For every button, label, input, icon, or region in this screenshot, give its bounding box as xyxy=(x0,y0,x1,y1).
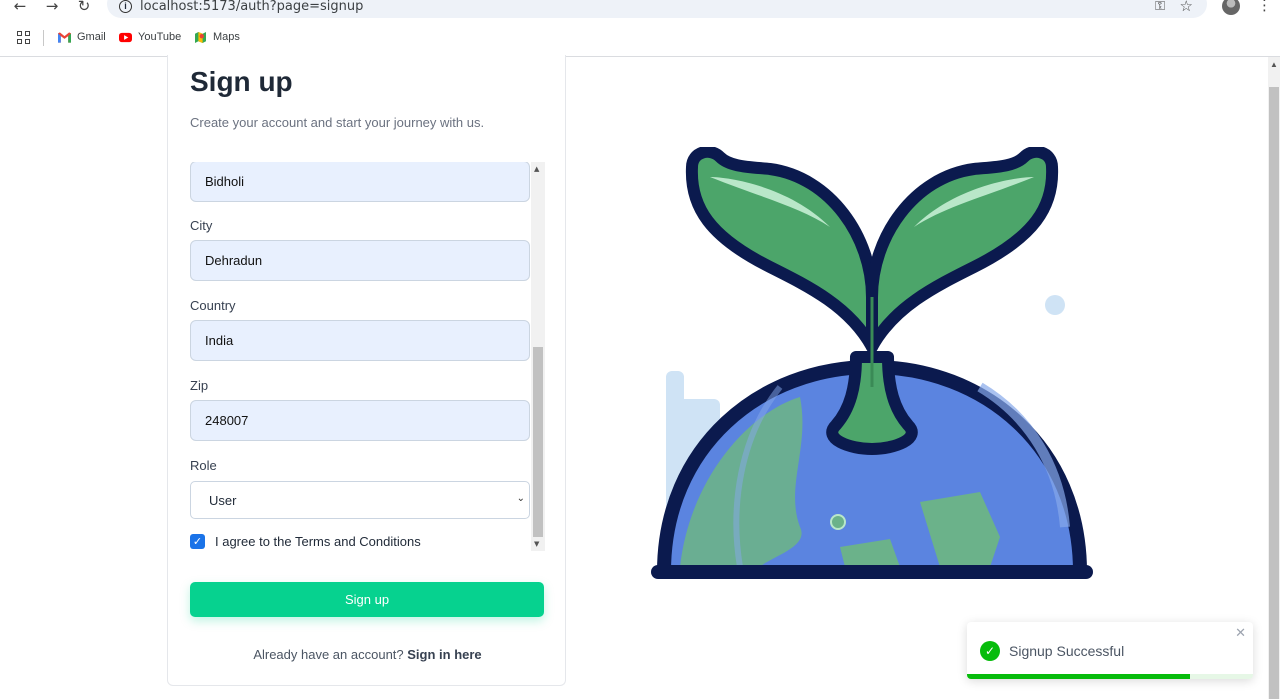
form-scrollbar[interactable]: ▲ ▼ xyxy=(531,162,545,551)
toast-message: Signup Successful xyxy=(1009,643,1125,659)
signin-prompt-text: Already have an account? xyxy=(253,647,404,662)
apps-grid-icon[interactable] xyxy=(17,31,30,44)
page-title: Sign up xyxy=(190,66,293,97)
scroll-up-icon[interactable]: ▲ xyxy=(534,165,539,173)
youtube-icon xyxy=(119,32,132,42)
page-content: Sign up Create your account and start yo… xyxy=(0,55,1268,699)
form-scroll-area[interactable]: Bidholi City Dehradun Country India Zip … xyxy=(190,162,545,552)
address-bar[interactable]: i localhost:5173/auth?page=signup ⚿ ☆ xyxy=(107,0,1207,18)
browser-toolbar: ← → ↻ i localhost:5173/auth?page=signup … xyxy=(0,0,1280,19)
toast-progress-bar xyxy=(967,674,1191,679)
toast-notification: ✓ Signup Successful ✕ xyxy=(967,622,1253,679)
terms-label[interactable]: I agree to the Terms and Conditions xyxy=(215,534,421,549)
back-icon[interactable]: ← xyxy=(10,0,30,16)
country-label: Country xyxy=(190,298,236,313)
maps-icon xyxy=(195,31,206,43)
signin-prompt: Already have an account? Sign in here xyxy=(168,647,567,662)
site-info-icon[interactable]: i xyxy=(119,0,132,13)
bookmark-label: YouTube xyxy=(138,31,182,43)
scroll-up-icon[interactable]: ▲ xyxy=(1270,60,1278,69)
bookmark-maps[interactable]: Maps xyxy=(194,31,240,43)
terms-checkbox[interactable]: ✓ xyxy=(190,534,205,549)
bookmark-youtube[interactable]: YouTube xyxy=(119,31,181,43)
bookmark-label: Maps xyxy=(213,31,240,43)
bookmark-label: Gmail xyxy=(77,31,106,43)
terms-row[interactable]: ✓ I agree to the Terms and Conditions xyxy=(190,534,421,549)
zip-input[interactable]: 248007 xyxy=(190,400,530,441)
check-circle-icon: ✓ xyxy=(980,641,1000,661)
gmail-icon xyxy=(58,31,71,43)
url-text[interactable]: localhost:5173/auth?page=signup xyxy=(140,0,363,14)
chevron-down-icon: ⌄ xyxy=(516,493,525,504)
page-scrollbar-thumb[interactable] xyxy=(1269,87,1279,699)
reload-icon[interactable]: ↻ xyxy=(74,0,94,16)
signin-link[interactable]: Sign in here xyxy=(407,647,481,662)
address-line2-input[interactable]: Bidholi xyxy=(190,162,530,202)
zip-label: Zip xyxy=(190,378,209,393)
role-select[interactable]: User ⌄ xyxy=(190,481,530,519)
city-input[interactable]: Dehradun xyxy=(190,240,530,281)
toast-progress-track xyxy=(967,674,1253,679)
bookmarks-divider xyxy=(43,30,44,46)
page-subtitle: Create your account and start your journ… xyxy=(190,115,485,130)
bookmark-star-icon[interactable]: ☆ xyxy=(1180,0,1193,15)
password-key-icon[interactable]: ⚿ xyxy=(1155,0,1165,14)
bookmark-gmail[interactable]: Gmail xyxy=(58,31,106,43)
close-icon[interactable]: ✕ xyxy=(1235,626,1246,641)
country-input[interactable]: India xyxy=(190,320,530,361)
signup-button[interactable]: Sign up xyxy=(190,582,544,617)
forward-icon[interactable]: → xyxy=(42,0,62,16)
signup-card: Sign up Create your account and start yo… xyxy=(167,55,566,686)
role-selected-value: User xyxy=(209,492,237,508)
browser-menu-icon[interactable]: ⋮ xyxy=(1257,0,1272,14)
city-label: City xyxy=(190,218,213,233)
profile-avatar[interactable] xyxy=(1222,0,1240,15)
form-scrollbar-thumb[interactable] xyxy=(533,347,543,537)
scroll-down-icon[interactable]: ▼ xyxy=(534,540,539,548)
sprout-globe-illustration xyxy=(651,147,1093,579)
page-scrollbar[interactable]: ▲ xyxy=(1268,57,1280,699)
role-label: Role xyxy=(190,458,217,473)
bookmarks-bar: Gmail YouTube Maps xyxy=(0,19,1280,57)
